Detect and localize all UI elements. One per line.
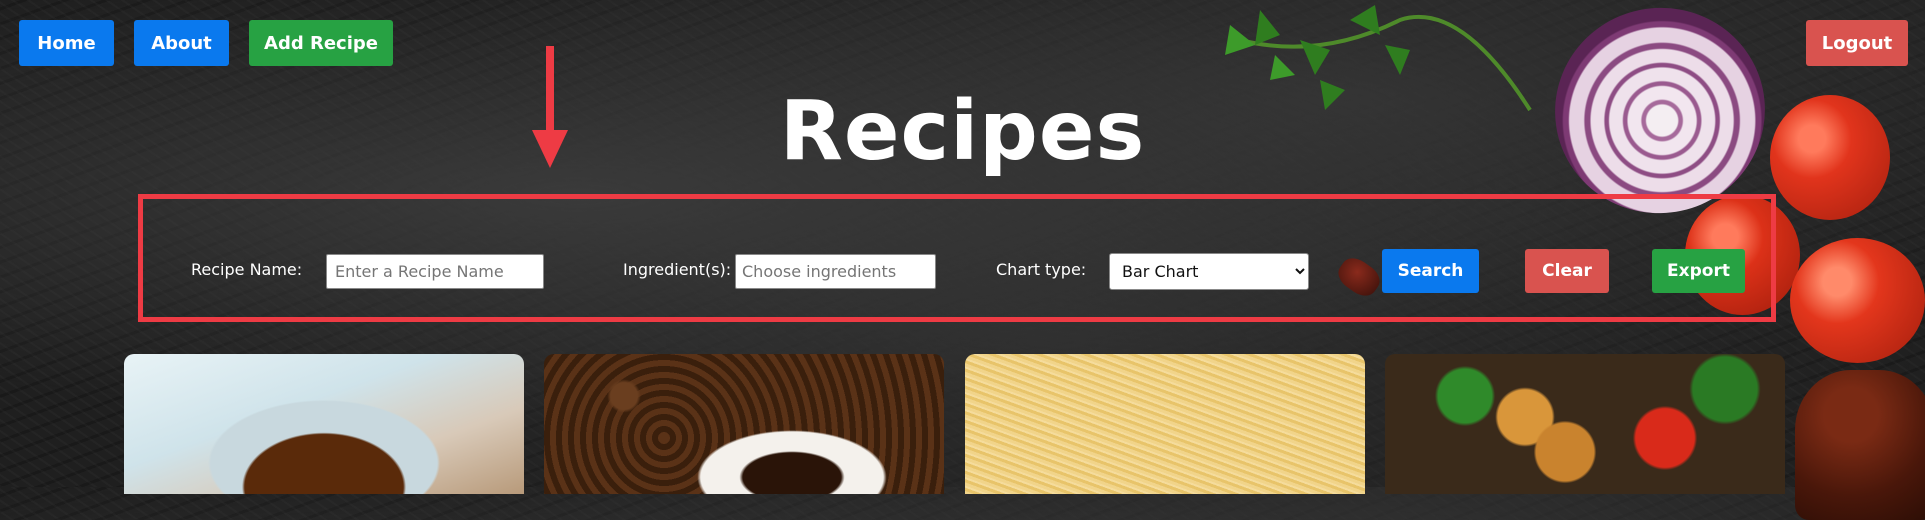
home-button[interactable]: Home (19, 20, 114, 66)
logout-button[interactable]: Logout (1806, 20, 1908, 66)
recipe-card-pasta-image[interactable] (965, 354, 1365, 494)
ingredients-input[interactable] (735, 254, 936, 289)
recipe-name-input[interactable] (326, 254, 544, 289)
chart-type-select[interactable]: Bar Chart (1109, 253, 1309, 290)
recipe-card-chicken-image[interactable] (1385, 354, 1785, 494)
about-button[interactable]: About (134, 20, 229, 66)
ingredients-label: Ingredient(s): (623, 260, 732, 279)
add-recipe-button[interactable]: Add Recipe (249, 20, 393, 66)
recipe-card-tea-image[interactable] (124, 354, 524, 494)
annotation-arrow-icon (532, 46, 568, 168)
export-button[interactable]: Export (1652, 249, 1745, 293)
tomato-decoration (1790, 238, 1925, 363)
clear-button[interactable]: Clear (1525, 249, 1609, 293)
chart-type-label: Chart type: (996, 260, 1087, 279)
recipe-card-coffee-image[interactable] (544, 354, 944, 494)
bottle-decoration (1795, 370, 1925, 520)
search-button[interactable]: Search (1382, 249, 1479, 293)
page-title: Recipes (779, 84, 1146, 179)
recipe-name-label: Recipe Name: (191, 260, 303, 279)
